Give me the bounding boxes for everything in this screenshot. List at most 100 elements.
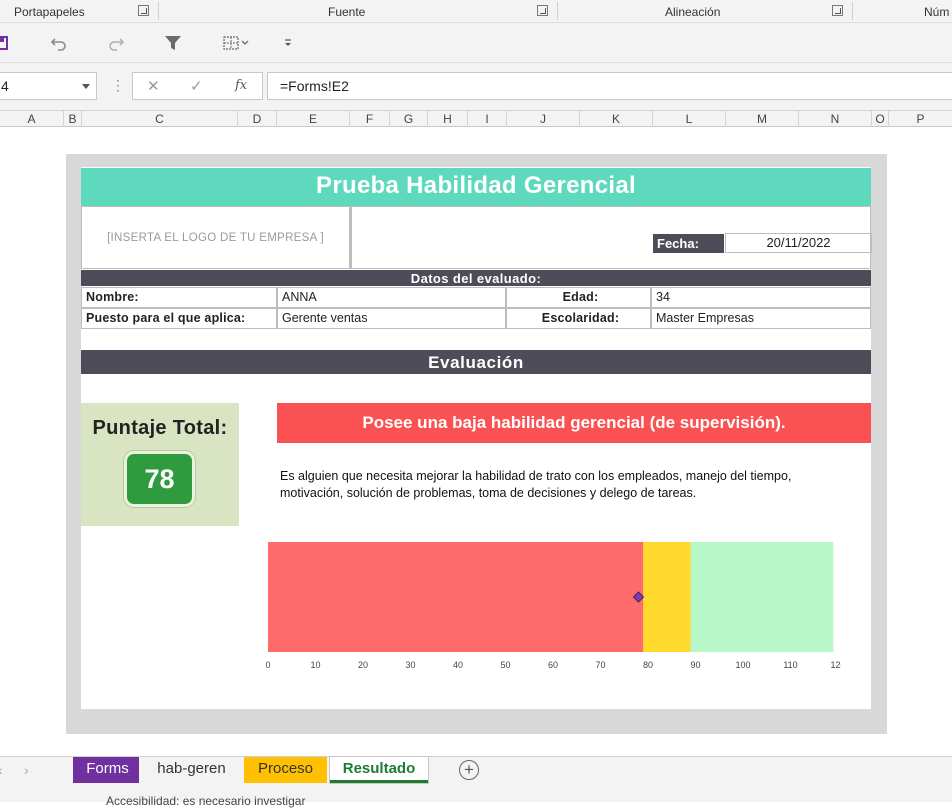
escolaridad-value[interactable]: Master Empresas	[651, 308, 871, 329]
logo-placeholder[interactable]: [INSERTA EL LOGO DE TU EMPRESA ]	[81, 206, 350, 269]
puntaje-value: 78	[124, 451, 195, 507]
edad-label: Edad:	[506, 287, 651, 308]
save-button[interactable]	[0, 29, 8, 57]
customize-toolbar-icon[interactable]	[283, 37, 293, 49]
ribbon-separator	[158, 2, 159, 20]
column-header[interactable]: B	[64, 111, 82, 127]
filter-button[interactable]	[163, 29, 183, 57]
more-options-icon[interactable]: ⋮	[111, 77, 125, 94]
add-sheet-icon[interactable]: +	[459, 760, 479, 780]
evaluacion-header: Evaluación	[81, 350, 871, 374]
worksheet[interactable]: Prueba Habilidad Gerencial [INSERTA EL L…	[0, 127, 952, 756]
redo-icon[interactable]	[107, 35, 125, 51]
fuente-launcher[interactable]	[537, 0, 549, 22]
column-header[interactable]: O	[872, 111, 889, 127]
scroll-tabs-left-icon[interactable]: ‹	[0, 762, 3, 778]
column-header[interactable]: C	[82, 111, 238, 127]
formula-bar: 4 ⋮ ✕ ✓ fx =Forms!E2	[0, 63, 952, 111]
ribbon-group-fuente-label: Fuente	[328, 5, 366, 19]
result-description: Es alguien que necesita mejorar la habil…	[280, 469, 792, 500]
enter-check-icon[interactable]: ✓	[190, 77, 203, 95]
column-header[interactable]: M	[726, 111, 799, 127]
x-tick-label: 70	[595, 660, 605, 670]
puesto-label: Puesto para el que aplica:	[81, 308, 277, 329]
dialog-launcher-icon[interactable]	[138, 5, 149, 16]
portapapeles-launcher[interactable]	[138, 0, 150, 22]
scroll-tabs-right-icon[interactable]: ›	[24, 762, 29, 778]
undo-icon[interactable]	[50, 35, 68, 51]
column-header[interactable]: J	[507, 111, 580, 127]
cancel-icon[interactable]: ✕	[147, 77, 160, 95]
puntaje-label: Puntaje Total:	[92, 417, 228, 439]
fecha-value[interactable]: 20/11/2022	[725, 233, 872, 253]
edad-value[interactable]: 34	[651, 287, 871, 308]
customize-qat-button[interactable]	[281, 29, 295, 57]
dialog-launcher-icon[interactable]	[832, 5, 843, 16]
ribbon-group-fuente: Fuente	[328, 0, 365, 22]
ribbon-group-numero: Núm	[924, 0, 949, 22]
x-tick-label: 0	[265, 660, 270, 670]
sheet-tabs: ‹ › Forms hab-geren Proceso Resultado +	[0, 756, 952, 786]
report-title: Prueba Habilidad Gerencial	[81, 168, 871, 206]
tab-resultado[interactable]: Resultado	[330, 757, 428, 783]
tab-forms[interactable]: Forms	[73, 757, 139, 783]
x-tick-label: 110	[783, 660, 797, 670]
formula-input[interactable]: =Forms!E2	[267, 72, 952, 100]
column-header[interactable]: H	[428, 111, 468, 127]
puesto-value[interactable]: Gerente ventas	[277, 308, 506, 329]
borders-button[interactable]	[217, 29, 255, 57]
report-frame: Prueba Habilidad Gerencial [INSERTA EL L…	[66, 154, 887, 734]
column-header[interactable]: K	[580, 111, 653, 127]
column-header[interactable]: N	[799, 111, 872, 127]
logo-placeholder-text: [INSERTA EL LOGO DE TU EMPRESA ]	[107, 231, 324, 244]
ribbon-group-labels: Portapapeles Fuente Alineación Núm	[0, 0, 952, 23]
column-header[interactable]: I	[468, 111, 507, 127]
save-icon[interactable]	[0, 35, 8, 51]
column-header[interactable]: G	[390, 111, 428, 127]
tab-hab-geren[interactable]: hab-geren	[145, 757, 238, 783]
dialog-launcher-icon[interactable]	[537, 5, 548, 16]
column-header[interactable]: A	[0, 111, 64, 127]
datos-header: Datos del evaluado:	[81, 270, 871, 286]
result-title: Posee una baja habilidad gerencial (de s…	[277, 403, 871, 443]
x-tick-label: 50	[500, 660, 510, 670]
score-gauge-chart: 0 10 20 30 40 50 60 70 80 90 100 110 120	[265, 542, 841, 670]
nombre-value[interactable]: ANNA	[277, 287, 506, 308]
redo-button[interactable]	[105, 29, 127, 57]
ribbon-group-alineacion-label: Alineación	[665, 5, 721, 19]
status-bar: Accesibilidad: es necesario investigar	[0, 786, 952, 808]
fecha-label: Fecha:	[653, 234, 724, 253]
formula-controls: ✕ ✓ fx	[132, 72, 263, 100]
gauge-band-shade	[268, 542, 644, 652]
x-tick-label: 100	[735, 660, 750, 670]
accessibility-status[interactable]: Accesibilidad: es necesario investigar	[106, 794, 305, 808]
column-header[interactable]: E	[277, 111, 350, 127]
column-header[interactable]: D	[238, 111, 277, 127]
x-tick-label: 120	[830, 660, 841, 670]
chevron-down-icon[interactable]	[82, 84, 90, 89]
name-box-value: 4	[1, 78, 9, 94]
ribbon-group-portapapeles: Portapapeles	[14, 0, 85, 22]
undo-button[interactable]	[48, 29, 70, 57]
column-header[interactable]: L	[653, 111, 726, 127]
x-tick-label: 90	[690, 660, 700, 670]
name-box[interactable]: 4	[0, 72, 97, 100]
x-tick-label: 10	[310, 660, 320, 670]
chevron-down-icon[interactable]	[240, 38, 250, 48]
x-tick-label: 60	[548, 660, 558, 670]
tab-proceso[interactable]: Proceso	[244, 757, 327, 783]
ribbon-separator	[852, 2, 853, 20]
column-header[interactable]: F	[350, 111, 390, 127]
ribbon-separator	[557, 2, 558, 20]
borders-icon[interactable]	[222, 35, 240, 51]
insert-function-icon[interactable]: fx	[235, 78, 247, 93]
filter-icon[interactable]	[164, 35, 182, 51]
ribbon-group-alineacion: Alineación	[665, 0, 720, 22]
x-tick-label: 40	[453, 660, 463, 670]
escolaridad-label: Escolaridad:	[506, 308, 651, 329]
date-area: Fecha: 20/11/2022	[350, 206, 872, 269]
column-header[interactable]: P	[889, 111, 952, 127]
score-panel: Puntaje Total: 78	[81, 403, 239, 526]
alineacion-launcher[interactable]	[832, 0, 844, 22]
column-headers: A B C D E F G H I J K L M N O P	[0, 111, 952, 127]
